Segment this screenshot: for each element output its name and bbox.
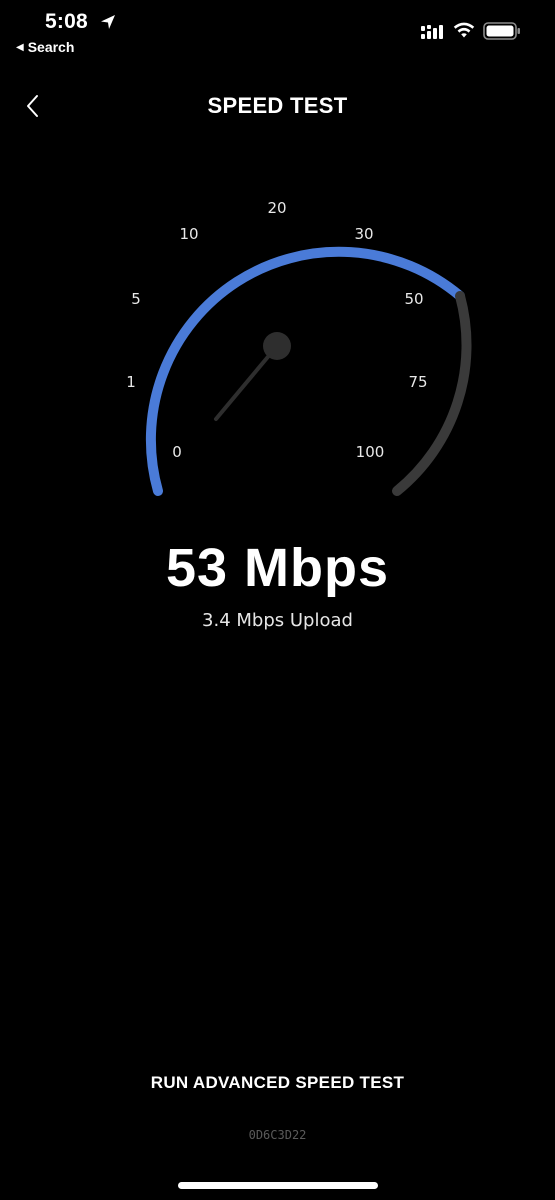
cellular-signal-icon — [421, 25, 443, 39]
wifi-icon — [453, 22, 475, 38]
gauge-tick-label: 1 — [126, 373, 136, 391]
home-indicator[interactable] — [178, 1182, 378, 1189]
gauge-progress-arc — [145, 246, 465, 496]
run-advanced-speed-test-button[interactable]: RUN ADVANCED SPEED TEST — [120, 1065, 435, 1101]
device-code: 0D6C3D22 — [248, 1128, 307, 1142]
gauge-svg: 0 1 5 10 20 30 50 75 100 — [126, 199, 472, 496]
gauge-tick-label: 30 — [354, 225, 373, 243]
gauge-needle — [214, 344, 279, 421]
gauge-tick-label: 5 — [131, 290, 141, 308]
back-triangle-icon: ◀ — [16, 41, 24, 53]
gauge-tick-label: 100 — [356, 443, 385, 461]
gauge-tick-label: 50 — [404, 290, 423, 308]
gauge-tick-label: 10 — [179, 225, 198, 243]
gauge-tick-label: 20 — [267, 199, 286, 217]
status-bar: 5:08 ◀ Search — [0, 0, 555, 60]
gauge-tick-label: 75 — [408, 373, 427, 391]
download-speed: 53 Mbps — [165, 538, 390, 598]
back-to-search-label: Search — [27, 39, 75, 55]
gauge-needle-hub — [263, 332, 291, 360]
gauge-remaining-arc — [392, 291, 472, 496]
battery-icon — [483, 22, 520, 40]
page-title: SPEED TEST — [207, 93, 348, 118]
upload-speed: 3.4 Mbps Upload — [202, 610, 353, 631]
location-arrow-icon — [101, 15, 115, 29]
speed-gauge: 0 1 5 10 20 30 50 75 100 — [0, 130, 555, 530]
gauge-tick-label: 0 — [172, 443, 182, 461]
nav-bar: SPEED TEST — [0, 80, 555, 130]
status-time: 5:08 — [45, 10, 88, 33]
back-to-search-link[interactable]: ◀ Search — [16, 39, 74, 55]
